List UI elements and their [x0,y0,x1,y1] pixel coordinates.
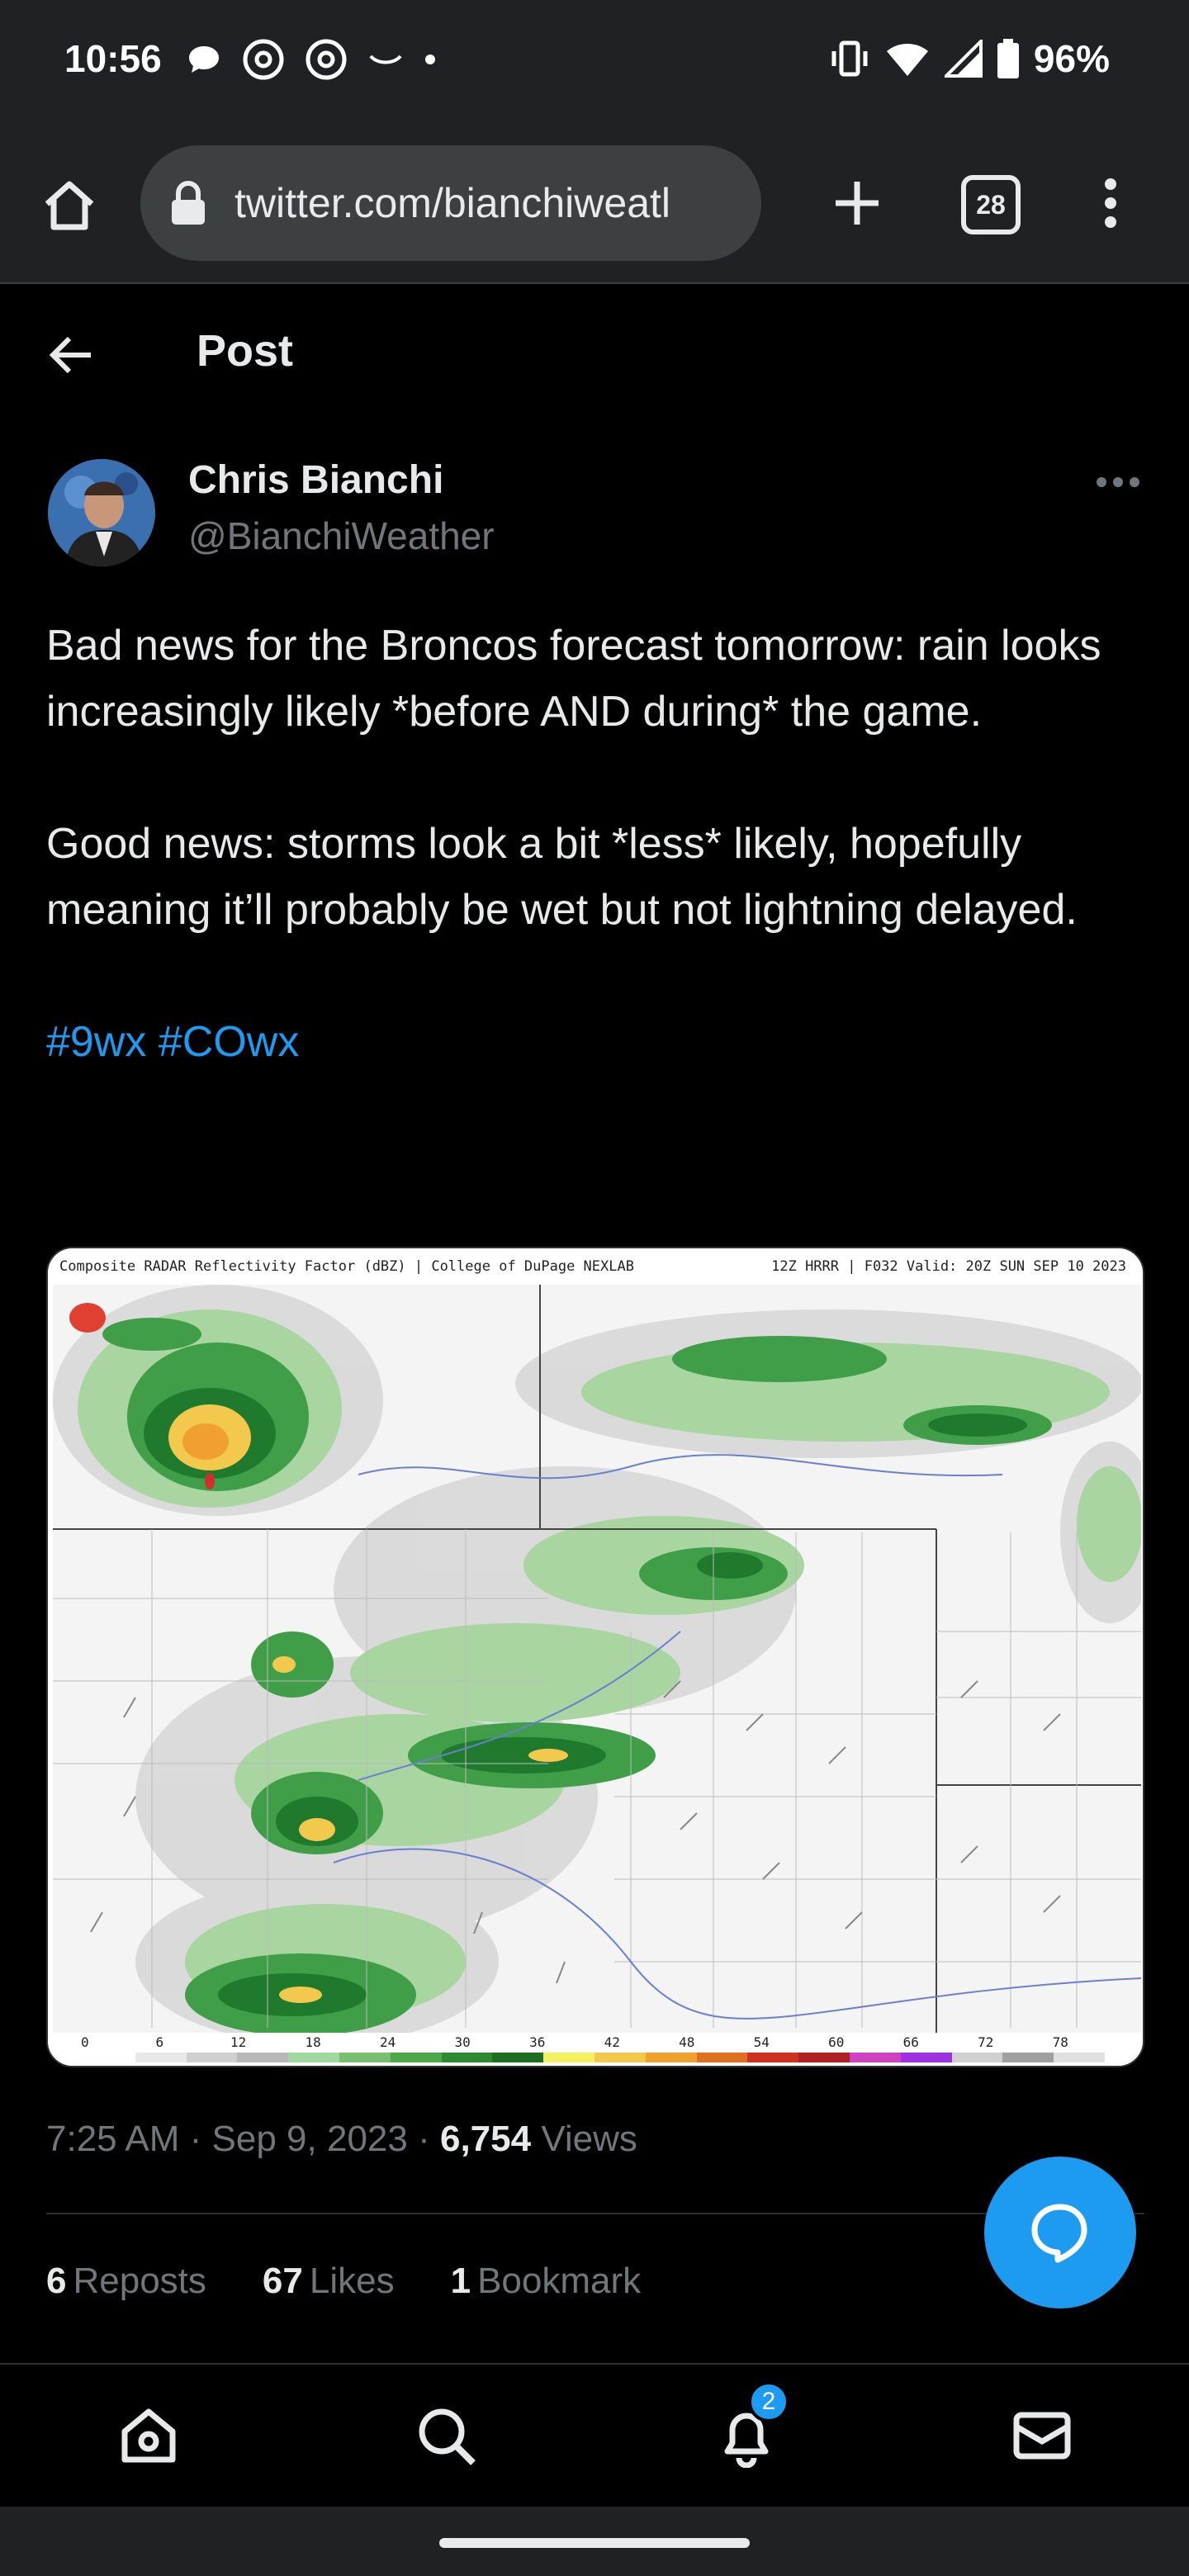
wifi-icon [886,44,928,76]
gesture-handle[interactable] [439,2538,750,2548]
nav-notifications[interactable]: 2 [713,2381,789,2469]
scale-label: 6 [155,2034,164,2050]
search-icon [419,2408,476,2465]
views-count: 6,754 [439,2119,532,2159]
nav-search[interactable] [413,2403,479,2469]
avatar-image [48,459,155,566]
status-notification-icons [186,36,437,83]
page-title: Post [197,326,294,376]
divider [46,2213,1144,2214]
scale-bar [84,2053,1105,2062]
scale-label: 24 [380,2034,396,2050]
home-icon [121,2408,176,2463]
tweet-timestamp[interactable]: 7:25 AM · Sep 9, 2023 · 6,754 Views [46,2119,637,2160]
nav-home[interactable] [116,2403,182,2469]
threads-icon [306,39,347,80]
status-bar: 10:56 96% [0,0,1189,124]
likes-stat[interactable]: 67 Likes [263,2261,395,2302]
map-header: Composite RADAR Reflectivity Factor (dBZ… [48,1248,1143,1285]
scale-label: 42 [604,2034,620,2050]
likes-label: Likes [309,2261,395,2301]
back-arrow-icon[interactable] [46,330,96,380]
post-header: Post [0,286,1189,418]
reply-fab-button[interactable] [984,2157,1136,2308]
scale-label: 72 [978,2034,994,2050]
browser-home-button[interactable] [36,172,102,238]
engagement-stats: 6 Reposts 67 Likes 1 Bookmark [46,2261,641,2302]
new-tab-button[interactable] [824,170,890,236]
tweet-text: Bad news for the Broncos forecast tomorr… [46,613,1153,1075]
author-handle[interactable]: @BianchiWeather [188,514,495,558]
author-name[interactable]: Chris Bianchi [188,457,443,503]
hashtag-link[interactable]: #COwx [159,1018,299,1066]
map-header-right: 12Z HRRR | F032 Valid: 20Z SUN SEP 10 20… [771,1258,1126,1275]
dot-icon [425,54,435,64]
scale-label: 12 [230,2034,247,2050]
bookmarks-count: 1 [450,2261,471,2301]
scale-label: 66 [902,2034,919,2050]
more-options-button[interactable] [1097,477,1139,494]
tweet-media-image[interactable]: Composite RADAR Reflectivity Factor (dBZ… [46,1247,1144,2067]
avatar[interactable] [48,459,155,566]
chat-bubble-icon [1031,2204,1087,2263]
signal-icon [944,40,983,78]
views-label: Views [541,2119,637,2159]
battery-percent: 96% [1033,37,1110,80]
tweet-date: Sep 9, 2023 [211,2119,408,2159]
battery-icon [997,39,1019,78]
reposts-stat[interactable]: 6 Reposts [46,2261,206,2302]
scale-label: 54 [753,2034,770,2050]
reposts-label: Reposts [73,2261,206,2301]
status-time: 10:56 [64,37,162,80]
color-scale: 0 6 12 18 24 30 36 42 48 54 60 66 72 78 [48,2033,1143,2066]
lock-icon [172,181,205,225]
scale-label: 30 [454,2034,471,2050]
reposts-count: 6 [46,2261,67,2301]
bottom-nav: 2 [0,2365,1189,2505]
scale-label: 78 [1052,2034,1068,2050]
tweet-time: 7:25 AM [46,2119,180,2159]
status-system-icons: 96% [829,36,1110,81]
url-text: twitter.com/bianchiweatl [234,180,671,226]
scale-label: 18 [305,2034,321,2050]
bookmarks-stat[interactable]: 1 Bookmark [451,2261,642,2302]
scale-label: 60 [828,2034,845,2050]
hashtag-link[interactable]: #9wx [46,1018,146,1066]
wave-icon [369,54,402,64]
bookmarks-label: Bookmark [477,2261,642,2301]
browser-toolbar: twitter.com/bianchiweatl 28 [0,124,1189,284]
notification-badge: 2 [748,2381,789,2422]
plus-icon [836,182,879,225]
scale-label: 36 [529,2034,546,2050]
radar-map [53,1285,1141,2033]
scale-labels: 0 6 12 18 24 30 36 42 48 54 60 66 72 78 [81,2034,1105,2051]
browser-menu-button[interactable] [1090,170,1131,236]
vibrate-icon [831,40,868,77]
likes-count: 67 [262,2261,303,2301]
android-nav-bar [0,2507,1189,2576]
tweet-paragraph: Good news: storms look a bit *less* like… [46,820,1078,934]
scale-label: 0 [81,2034,89,2050]
home-icon [45,181,94,230]
chat-bubble-icon [189,46,219,73]
tweet-paragraph: Bad news for the Broncos forecast tomorr… [46,622,1101,736]
threads-icon [243,39,284,80]
tab-switcher-button[interactable]: 28 [961,175,1021,234]
scale-label: 48 [679,2034,695,2050]
nav-messages[interactable] [1009,2403,1075,2469]
url-bar[interactable]: twitter.com/bianchiweatl [140,145,761,261]
map-header-left: Composite RADAR Reflectivity Factor (dBZ… [59,1258,634,1275]
mail-icon [1013,2412,1071,2460]
